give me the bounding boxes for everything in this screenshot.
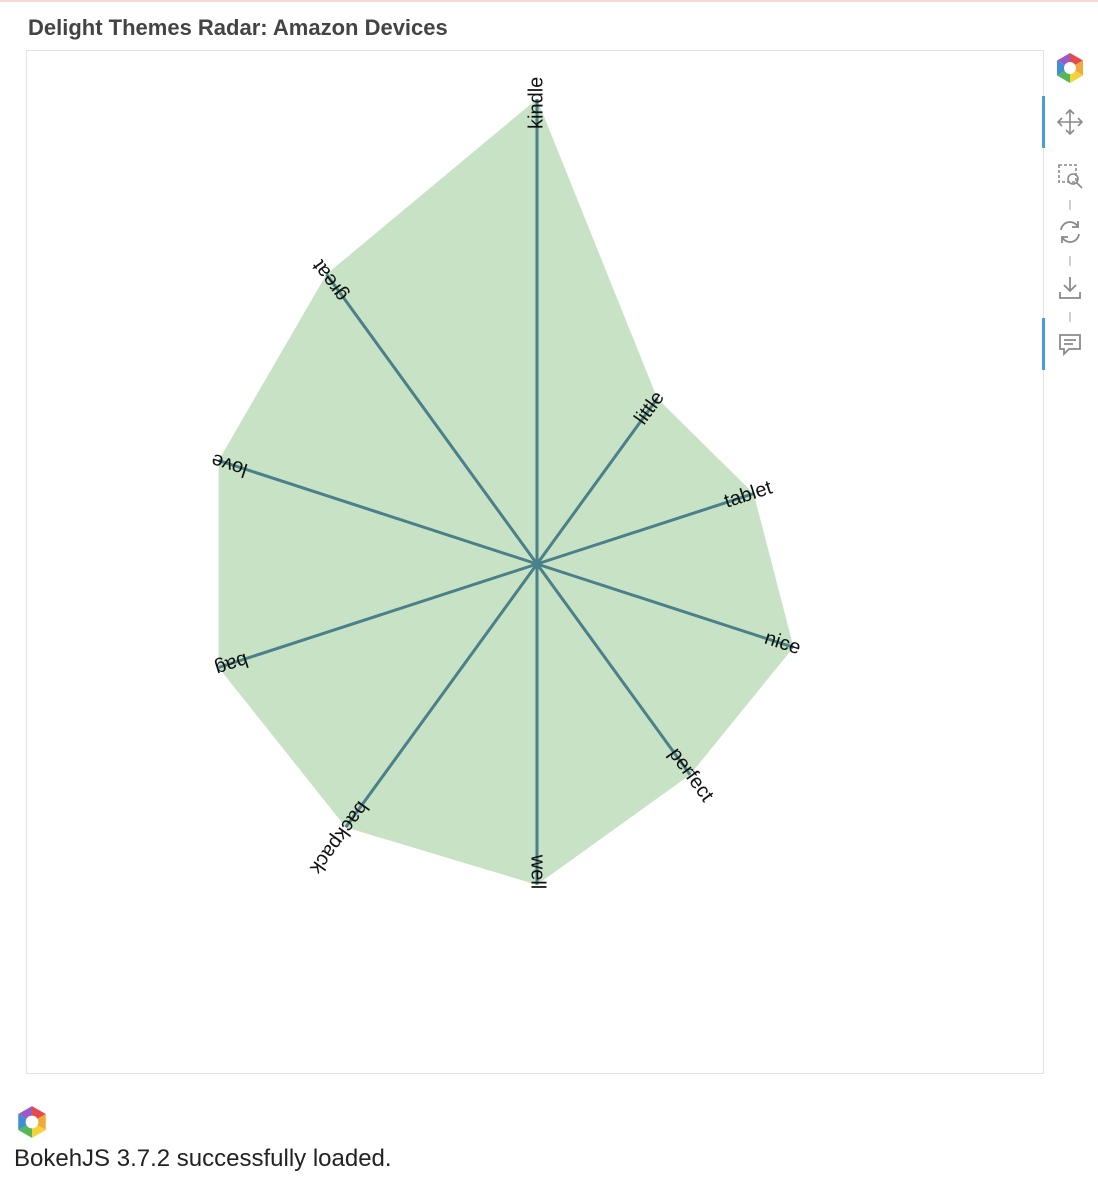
hover-icon bbox=[1059, 334, 1081, 357]
box-zoom-tool[interactable] bbox=[1052, 158, 1088, 194]
pan-tool[interactable] bbox=[1042, 96, 1088, 148]
radar-area bbox=[218, 99, 794, 885]
pan-icon bbox=[1056, 108, 1084, 136]
bokeh-logo-icon[interactable] bbox=[1052, 50, 1088, 86]
reset-icon bbox=[1060, 221, 1080, 243]
radar-chart: kindlelittletabletniceperfectwellbackpac… bbox=[209, 77, 804, 890]
status-text: BokehJS 3.7.2 successfully loaded. bbox=[14, 1145, 392, 1172]
axis-label: well bbox=[527, 854, 549, 889]
toolbar-separator bbox=[1069, 312, 1071, 322]
box-zoom-icon bbox=[1058, 164, 1083, 189]
bokeh-toolbar bbox=[1042, 40, 1098, 380]
plot-title: Delight Themes Radar: Amazon Devices bbox=[28, 15, 448, 40]
reset-tool[interactable] bbox=[1052, 214, 1088, 250]
hover-tool[interactable] bbox=[1042, 318, 1088, 370]
radar-center bbox=[534, 561, 540, 567]
save-icon bbox=[1059, 277, 1081, 299]
bokeh-logo-icon bbox=[14, 1104, 50, 1145]
plot-area[interactable]: kindle little tablet nice perfect well backpac… bbox=[26, 50, 1044, 1074]
top-rule bbox=[0, 0, 1098, 2]
save-tool[interactable] bbox=[1052, 270, 1088, 306]
toolbar-separator bbox=[1069, 200, 1071, 210]
toolbar-separator bbox=[1069, 256, 1071, 266]
axis-label: kindle bbox=[525, 77, 547, 129]
